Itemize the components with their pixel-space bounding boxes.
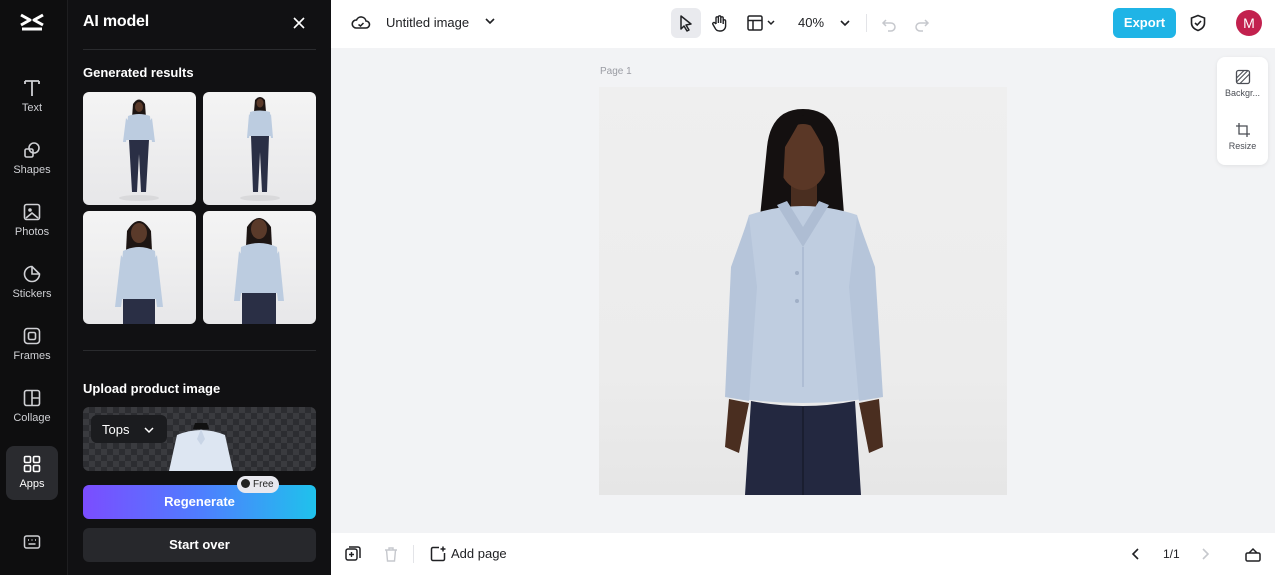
- model-figure-image: [119, 99, 159, 201]
- document-title[interactable]: Untitled image: [386, 15, 469, 30]
- shield-icon[interactable]: [1188, 13, 1208, 33]
- regenerate-button[interactable]: Regenerate: [83, 485, 316, 519]
- cloud-sync-icon[interactable]: [351, 13, 371, 33]
- rail-item-label: Apps: [19, 478, 45, 490]
- export-button[interactable]: Export: [1113, 8, 1176, 38]
- rail-item-shapes[interactable]: Shapes: [6, 132, 58, 186]
- divider: [413, 545, 414, 563]
- redo-icon[interactable]: [912, 14, 932, 34]
- result-thumbnail-3[interactable]: [83, 211, 196, 324]
- product-image-upload[interactable]: Tops: [83, 407, 316, 471]
- rail-item-label: Photos: [14, 226, 50, 238]
- free-badge-label: Free: [253, 479, 274, 490]
- rail-item-stickers[interactable]: Stickers: [6, 256, 58, 310]
- resize-icon: [1235, 123, 1250, 137]
- zoom-level[interactable]: 40%: [798, 15, 824, 30]
- rail-item-label: Stickers: [12, 288, 52, 300]
- ai-model-panel: AI model Generated results Upload produc…: [68, 0, 331, 575]
- duplicate-page-icon[interactable]: [344, 545, 362, 563]
- photos-icon: [23, 203, 41, 221]
- layout-menu-button[interactable]: [743, 8, 783, 38]
- background-tool[interactable]: Backgr...: [1217, 61, 1268, 109]
- bottom-bar: Add page 1/1: [331, 533, 1275, 575]
- hand-tool-button[interactable]: [705, 8, 735, 38]
- start-over-button[interactable]: Start over: [83, 528, 316, 562]
- keyboard-shortcuts-icon[interactable]: [22, 532, 42, 552]
- chevron-down-icon[interactable]: [483, 14, 497, 28]
- rail-item-apps[interactable]: Apps: [6, 446, 58, 500]
- generated-results-title: Generated results: [83, 65, 194, 80]
- add-page-label: Add page: [451, 546, 507, 561]
- upload-product-title: Upload product image: [83, 381, 221, 396]
- background-tool-label: Backgr...: [1224, 88, 1260, 98]
- rail-item-frames[interactable]: Frames: [6, 318, 58, 372]
- background-icon: [1235, 69, 1250, 85]
- coin-icon: [241, 479, 250, 488]
- chevron-right-icon[interactable]: [1196, 545, 1214, 563]
- trash-icon[interactable]: [382, 545, 400, 563]
- rail-item-label: Collage: [13, 412, 51, 424]
- shirt-product-image: [169, 423, 233, 471]
- apps-icon: [23, 455, 41, 473]
- capcut-logo[interactable]: [18, 10, 46, 34]
- select-tool-button[interactable]: [671, 8, 701, 38]
- divider: [866, 14, 867, 32]
- artboard[interactable]: [599, 87, 1007, 495]
- add-page-icon: [430, 546, 446, 562]
- rail-item-photos[interactable]: Photos: [6, 194, 58, 248]
- chevron-left-icon[interactable]: [1127, 545, 1145, 563]
- model-figure-image: [115, 221, 163, 324]
- model-figure-image: [234, 218, 284, 324]
- model-photo: [725, 109, 883, 495]
- shapes-icon: [24, 142, 40, 158]
- chevron-down-icon[interactable]: [838, 16, 852, 30]
- undo-icon[interactable]: [879, 14, 899, 34]
- rail-item-label: Shapes: [13, 164, 51, 176]
- stickers-icon: [23, 265, 41, 283]
- free-badge: Free: [237, 476, 279, 493]
- layout-icon: [747, 15, 775, 31]
- category-dropdown-label: Tops: [102, 422, 130, 437]
- page-label: Page 1: [600, 66, 632, 77]
- resize-tool-label: Resize: [1228, 141, 1257, 151]
- left-rail: Text Shapes Photos Stickers Frames Colla…: [0, 0, 68, 575]
- frames-icon: [23, 327, 41, 345]
- chevron-down-icon: [144, 427, 154, 434]
- resize-tool[interactable]: Resize: [1217, 114, 1268, 162]
- rail-item-label: Text: [21, 102, 43, 114]
- category-dropdown[interactable]: Tops: [91, 415, 167, 443]
- result-thumbnail-2[interactable]: [203, 92, 316, 205]
- cursor-icon: [680, 15, 692, 32]
- rail-item-label: Frames: [13, 350, 51, 362]
- close-icon[interactable]: [290, 14, 308, 32]
- text-icon: [24, 80, 40, 96]
- collage-icon: [23, 389, 41, 407]
- top-bar: Untitled image 40% Export M: [331, 0, 1275, 48]
- panel-title: AI model: [83, 13, 149, 30]
- result-thumbnail-1[interactable]: [83, 92, 196, 205]
- divider: [83, 49, 316, 50]
- page-count: 1/1: [1163, 547, 1180, 561]
- canvas-area: Page 1 Backgr... Resize: [331, 48, 1275, 533]
- avatar[interactable]: M: [1236, 10, 1262, 36]
- rail-item-text[interactable]: Text: [6, 70, 58, 124]
- pages-panel-icon[interactable]: [1244, 545, 1262, 563]
- result-thumbnail-4[interactable]: [203, 211, 316, 324]
- model-figure-image: [240, 97, 280, 201]
- divider: [83, 350, 316, 351]
- hand-icon: [712, 15, 727, 32]
- side-toolbar: Backgr... Resize: [1217, 57, 1268, 165]
- rail-item-collage[interactable]: Collage: [6, 380, 58, 434]
